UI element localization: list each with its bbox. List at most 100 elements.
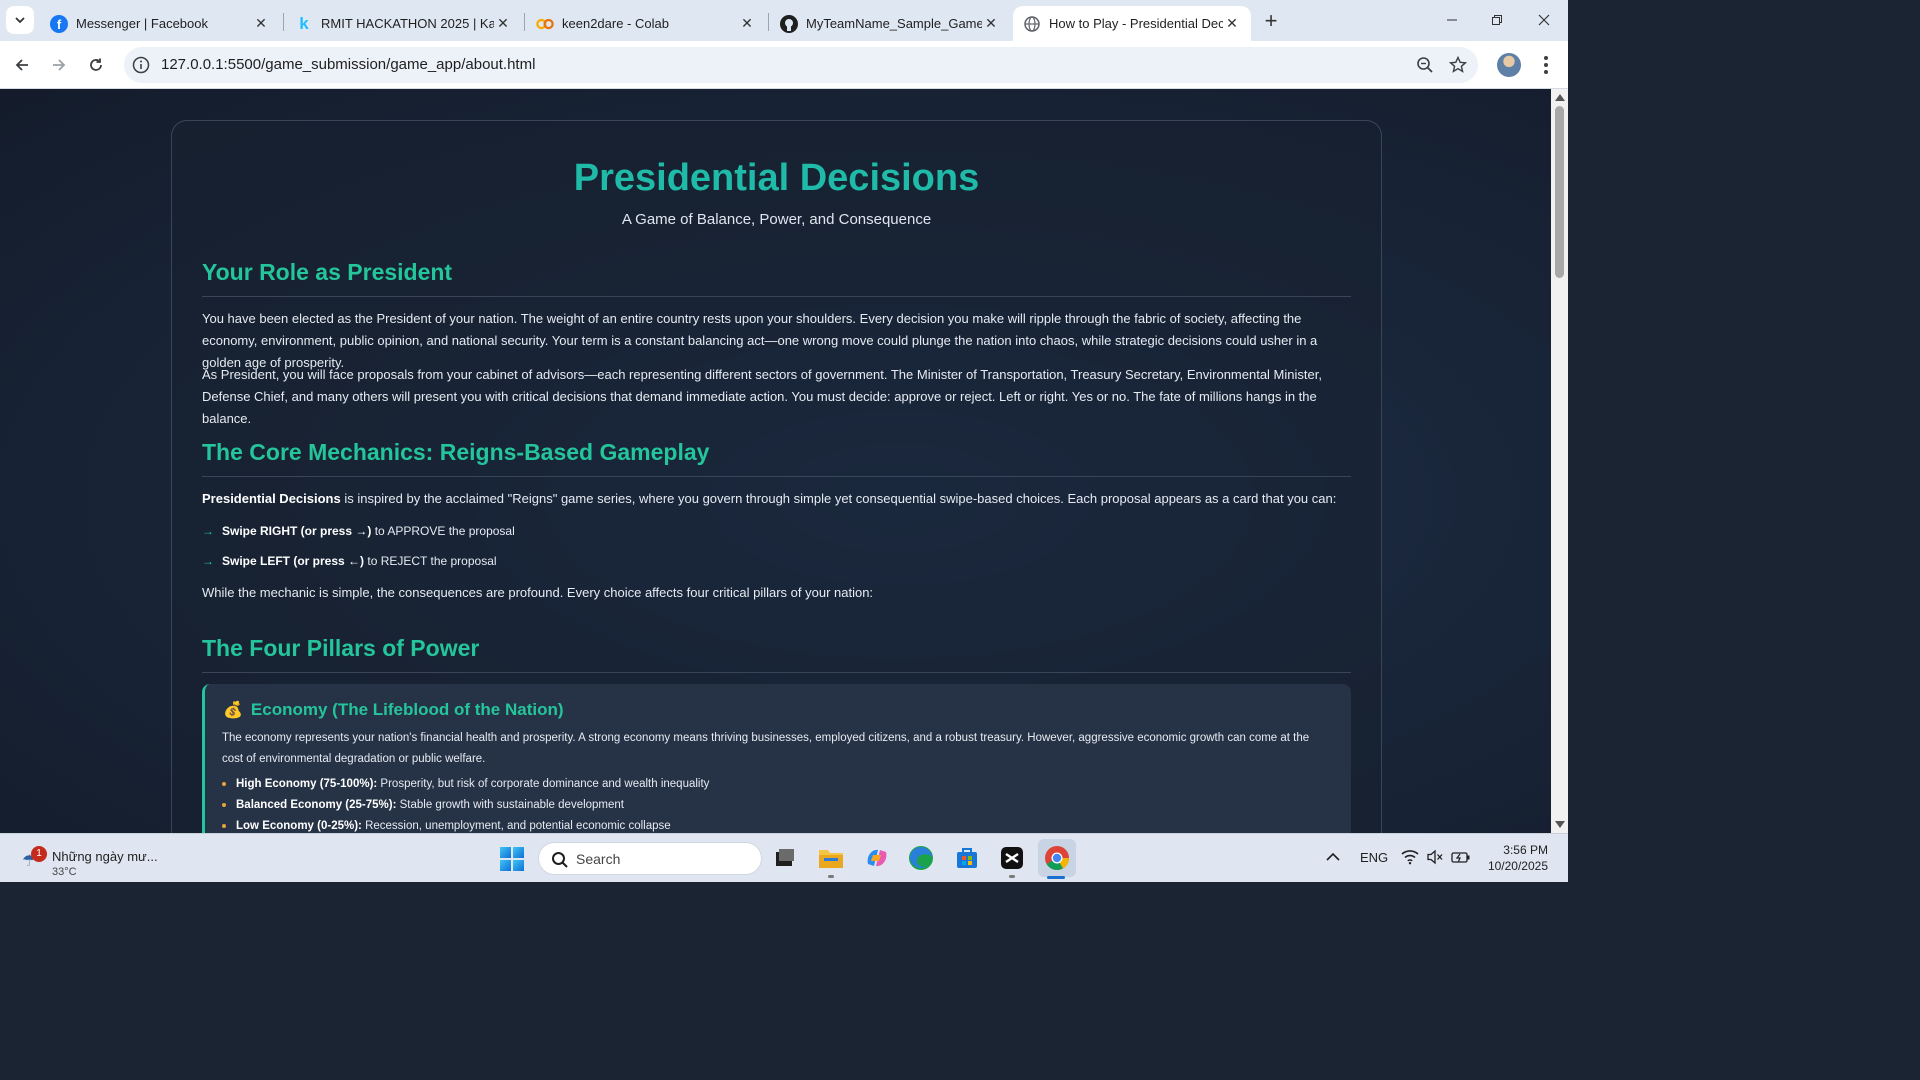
reload-icon	[90, 58, 102, 71]
app-active-indicator	[1047, 876, 1065, 879]
close-tab-icon[interactable]: ✕	[982, 15, 1000, 33]
minimize-button[interactable]	[1430, 6, 1474, 34]
forward-arrow-icon	[53, 59, 66, 71]
scroll-up-icon[interactable]	[1555, 94, 1565, 101]
action-reject: → Swipe LEFT (or press ←) to REJECT the p…	[202, 554, 497, 568]
weather-temp: 33°C	[52, 866, 77, 878]
zoom-icon[interactable]	[1416, 56, 1434, 74]
back-button[interactable]	[8, 51, 36, 79]
weather-title: Những ngày mư...	[52, 849, 158, 864]
task-view-icon	[776, 849, 794, 866]
scroll-thumb[interactable]	[1555, 106, 1564, 278]
tab-kaggle[interactable]: k RMIT HACKATHON 2025 | Kaggle ✕	[285, 6, 522, 41]
tab-github[interactable]: MyTeamName_Sample_Game_Project ✕	[770, 6, 1010, 41]
tab-colab[interactable]: keen2dare - Colab ✕	[526, 6, 766, 41]
level-label: Balanced Economy (25-75%):	[236, 799, 397, 811]
chrome-icon	[1045, 846, 1069, 871]
reload-button[interactable]	[82, 51, 110, 79]
clock-time: 3:56 PM	[1503, 843, 1548, 857]
section-heading-mechanics: The Core Mechanics: Reigns-Based Gamepla…	[202, 439, 710, 465]
copilot-icon	[867, 849, 887, 867]
action-approve: → Swipe RIGHT (or press →) to APPROVE the…	[202, 524, 515, 538]
level-text: Stable growth with sustainable developme…	[396, 799, 625, 811]
close-tab-icon[interactable]: ✕	[252, 15, 270, 33]
close-window-button[interactable]	[1522, 6, 1566, 34]
microsoft-store-button[interactable]	[952, 843, 982, 873]
tab-separator	[524, 13, 525, 31]
pillar-description: The economy represents your nation's fin…	[222, 732, 1310, 765]
tab-title: How to Play - Presidential Decisions	[1049, 16, 1223, 31]
store-icon	[957, 848, 977, 868]
tab-how-to-play[interactable]: How to Play - Presidential Decisions ✕	[1013, 6, 1251, 41]
section-heading-pillars: The Four Pillars of Power	[202, 635, 480, 661]
restore-button[interactable]	[1475, 6, 1519, 34]
bookmark-star-icon[interactable]	[1449, 56, 1467, 74]
tab-search-button[interactable]	[6, 6, 34, 34]
folder-icon	[819, 850, 843, 868]
github-icon	[780, 14, 798, 33]
tab-separator	[768, 13, 769, 31]
minimize-icon	[1447, 19, 1457, 21]
file-explorer-button[interactable]	[816, 843, 846, 873]
tab-title: keen2dare - Colab	[562, 16, 669, 31]
arrow-right-icon: →	[202, 554, 214, 568]
tab-title: MyTeamName_Sample_Game_Project	[806, 16, 982, 31]
chevron-up-icon[interactable]	[1326, 852, 1340, 862]
app-running-indicator	[828, 875, 834, 878]
site-info-icon[interactable]	[132, 56, 150, 74]
level-label: High Economy (75-100%):	[236, 778, 378, 790]
bullet-dot	[222, 823, 226, 828]
tab-messenger[interactable]: f Messenger | Facebook ✕	[40, 6, 280, 41]
level-label: Low Economy (0-25%):	[236, 820, 362, 832]
restore-icon	[1492, 15, 1502, 25]
scroll-down-icon[interactable]	[1555, 821, 1565, 828]
section-heading-role: Your Role as President	[202, 259, 453, 285]
tab-title: Messenger | Facebook	[76, 16, 208, 31]
speaker-muted-icon[interactable]	[1426, 849, 1444, 865]
notification-badge: 1	[31, 846, 47, 862]
money-bag-icon: 💰	[223, 702, 243, 719]
copilot-button[interactable]	[862, 843, 892, 873]
forward-button[interactable]	[45, 51, 73, 79]
browser-toolbar: 127.0.0.1:5500/game_submission/game_app/…	[0, 41, 1568, 89]
taskbar-search[interactable]: Search	[538, 842, 762, 875]
mechanics-outro: While the mechanic is simple, the conseq…	[202, 585, 874, 600]
start-button[interactable]	[500, 847, 524, 871]
page-subtitle: A Game of Balance, Power, and Consequenc…	[621, 211, 932, 228]
section-divider	[202, 476, 1351, 477]
list-item: High Economy (75-100%): Prosperity, but …	[222, 778, 709, 790]
browser-menu-icon[interactable]	[1536, 53, 1556, 77]
level-text: Prosperity, but risk of corporate domina…	[377, 778, 710, 790]
page-scrollbar[interactable]	[1551, 89, 1568, 833]
mechanics-intro-text: is inspired by the acclaimed "Reigns" ga…	[340, 491, 1337, 506]
tab-strip: f Messenger | Facebook ✕ k RMIT HACKATHO…	[0, 0, 1568, 41]
svg-text:f: f	[57, 17, 62, 32]
facebook-icon: f	[50, 14, 68, 33]
wifi-icon[interactable]	[1401, 849, 1419, 865]
capcut-button[interactable]	[997, 843, 1027, 873]
globe-icon	[1023, 15, 1041, 33]
capcut-icon	[1001, 847, 1023, 869]
arrow-right-icon: →	[202, 524, 214, 538]
search-label: Search	[576, 851, 621, 867]
close-tab-icon[interactable]: ✕	[494, 15, 512, 33]
close-tab-icon[interactable]: ✕	[1223, 15, 1241, 33]
clock-date: 10/20/2025	[1487, 859, 1548, 873]
task-view-button[interactable]	[770, 843, 800, 873]
address-bar[interactable]: 127.0.0.1:5500/game_submission/game_app/…	[124, 47, 1478, 83]
tab-separator	[283, 13, 284, 31]
pillar-card-economy: 💰 Economy (The Lifeblood of the Nation) …	[202, 684, 1351, 833]
clock[interactable]: 3:56 PM 10/20/2025	[1488, 842, 1548, 874]
kaggle-icon: k	[299, 13, 309, 33]
weather-widget[interactable]: ☂ 1 Những ngày mư... 33°C	[18, 841, 178, 878]
edge-button[interactable]	[906, 843, 936, 873]
new-tab-button[interactable]: +	[1259, 8, 1283, 33]
close-tab-icon[interactable]: ✕	[738, 15, 756, 33]
back-arrow-icon	[15, 59, 28, 71]
chrome-button[interactable]	[1038, 839, 1076, 877]
windows-taskbar: ☂ 1 Những ngày mư... 33°C Search ENG 3:5…	[0, 833, 1568, 882]
battery-icon[interactable]	[1451, 849, 1471, 865]
language-indicator[interactable]: ENG	[1360, 850, 1388, 865]
profile-avatar[interactable]	[1497, 53, 1521, 77]
mechanics-intro: Presidential Decisions is inspired by th…	[202, 488, 1352, 510]
